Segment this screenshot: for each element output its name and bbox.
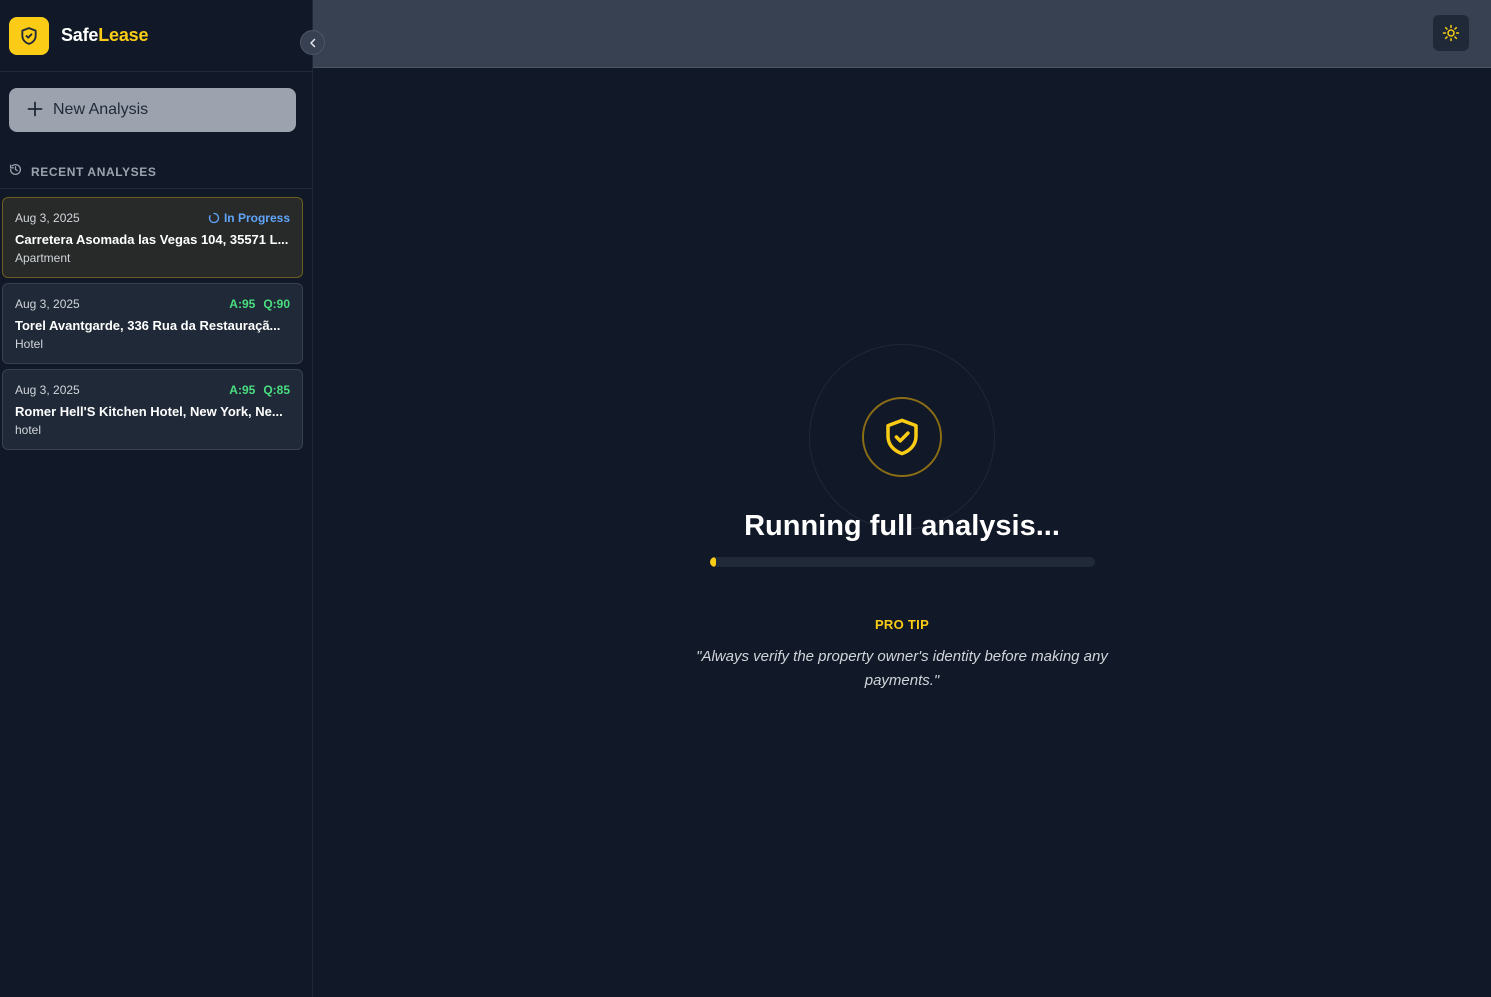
score-a: A:95 bbox=[229, 383, 256, 397]
new-analysis-button[interactable]: New Analysis bbox=[9, 88, 296, 132]
new-analysis-label: New Analysis bbox=[53, 101, 149, 118]
pro-tip-label: PRO TIP bbox=[874, 617, 930, 632]
pro-tip-text: "Always verify the property owner's iden… bbox=[696, 648, 1108, 689]
brand-name: SafeLease bbox=[61, 25, 148, 46]
recent-analyses-label: RECENT ANALYSES bbox=[31, 165, 157, 179]
brand-name-part2: Lease bbox=[98, 25, 149, 45]
score-q: Q:85 bbox=[263, 383, 290, 397]
history-icon bbox=[9, 163, 22, 181]
score-q: Q:90 bbox=[263, 297, 290, 311]
analysis-date: Aug 3, 2025 bbox=[15, 297, 80, 311]
analysis-item[interactable]: Aug 3, 2025 A:95 Q:85 Romer Hell'S Kitch… bbox=[2, 369, 303, 450]
analysis-type: hotel bbox=[15, 423, 42, 437]
app-root: SafeLease New Analysis RECENT ANALYSES A… bbox=[0, 0, 1491, 997]
sidebar: SafeLease New Analysis RECENT ANALYSES A… bbox=[0, 0, 313, 997]
spinner-icon bbox=[208, 212, 220, 224]
analysis-item[interactable]: Aug 3, 2025 A:95 Q:90 Torel Avantgarde, … bbox=[2, 283, 303, 364]
analysis-type: Hotel bbox=[15, 337, 44, 351]
recent-analyses-heading: RECENT ANALYSES bbox=[0, 156, 313, 189]
analysis-date: Aug 3, 2025 bbox=[15, 383, 80, 397]
sun-icon bbox=[1442, 24, 1460, 42]
analysis-status-title: Running full analysis... bbox=[744, 510, 1060, 542]
main-panel: Running full analysis... PRO TIP "Always… bbox=[313, 68, 1491, 997]
brand-name-part1: Safe bbox=[61, 25, 99, 45]
status-badge: In Progress bbox=[208, 211, 290, 225]
collapse-sidebar-button[interactable] bbox=[300, 30, 325, 55]
analysis-type: Apartment bbox=[15, 251, 71, 265]
progress-fill bbox=[710, 557, 716, 567]
chevron-left-icon bbox=[309, 38, 315, 47]
analysis-date: Aug 3, 2025 bbox=[15, 211, 80, 225]
score-a: A:95 bbox=[229, 297, 256, 311]
analysis-title: Romer Hell'S Kitchen Hotel, New York, Ne… bbox=[15, 404, 283, 419]
analysis-title: Carretera Asomada las Vegas 104, 35571 L… bbox=[15, 232, 289, 247]
brand[interactable]: SafeLease bbox=[0, 0, 312, 72]
plus-icon bbox=[27, 99, 43, 121]
analysis-title: Torel Avantgarde, 336 Rua da Restauraçã.… bbox=[15, 318, 281, 333]
score-badges: A:95 Q:85 bbox=[229, 383, 290, 397]
theme-toggle-button[interactable] bbox=[1433, 15, 1469, 51]
progress-bar bbox=[710, 557, 1095, 567]
status-label: In Progress bbox=[223, 211, 290, 225]
shield-icon bbox=[9, 16, 49, 55]
analysis-item[interactable]: Aug 3, 2025 In Progress Carretera Asomad… bbox=[2, 197, 303, 278]
score-badges: A:95 Q:90 bbox=[229, 297, 290, 311]
top-bar bbox=[313, 0, 1491, 68]
shield-check-icon bbox=[862, 397, 942, 477]
